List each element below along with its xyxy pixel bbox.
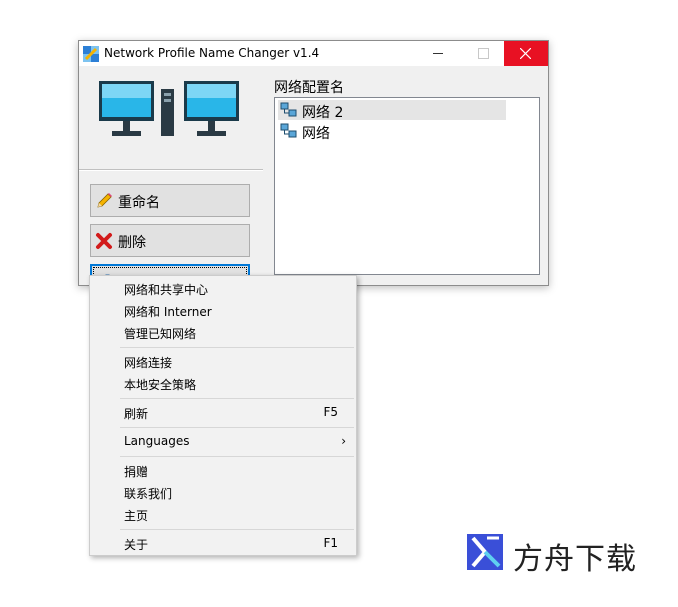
menu-item-label: 网络和 Interner — [124, 305, 212, 319]
window-title: Network Profile Name Changer v1.4 — [104, 46, 320, 60]
delete-icon — [96, 233, 112, 249]
rename-button[interactable]: 重命名 — [90, 184, 250, 217]
menu-item-contact[interactable]: 联系我们 — [90, 481, 356, 503]
minimize-button[interactable] — [415, 41, 460, 66]
profile-name: 网络 — [302, 126, 330, 142]
menu-item-network-connections[interactable]: 网络连接 — [90, 350, 356, 372]
menu-item-manage-known-networks[interactable]: 管理已知网络 — [90, 321, 356, 343]
app-icon — [83, 46, 99, 62]
network-icon — [280, 123, 297, 138]
maximize-button[interactable] — [460, 41, 505, 66]
menu-separator — [120, 529, 354, 530]
menu-item-refresh[interactable]: 刷新 F5 — [90, 401, 356, 423]
context-menu: 网络和共享中心 网络和 Interner 管理已知网络 网络连接 本地安全策略 … — [89, 275, 357, 556]
menu-separator — [120, 398, 354, 399]
menu-item-shortcut: F1 — [323, 536, 338, 550]
menu-item-label: 管理已知网络 — [124, 327, 197, 341]
menu-item-donate[interactable]: 捐赠 — [90, 459, 356, 481]
menu-separator — [120, 347, 354, 348]
menu-item-label: Languages — [124, 434, 190, 448]
title-bar[interactable]: Network Profile Name Changer v1.4 — [79, 41, 548, 66]
app-window: Network Profile Name Changer v1.4 重命名 删除… — [78, 40, 549, 297]
list-item[interactable]: 网络 2 — [278, 100, 506, 121]
menu-item-local-security-policy[interactable]: 本地安全策略 — [90, 372, 356, 394]
network-icon — [280, 102, 297, 117]
profile-list-label: 网络配置名 — [274, 80, 344, 96]
menu-item-shortcut: F5 — [323, 405, 338, 419]
delete-button[interactable]: 删除 — [90, 224, 250, 257]
watermark: 方舟下载 — [465, 532, 665, 577]
network-computers-icon — [99, 81, 239, 136]
menu-item-about[interactable]: 关于 F1 — [90, 532, 356, 554]
menu-item-label: 主页 — [124, 509, 149, 523]
panel-divider — [79, 169, 263, 171]
menu-item-label: 网络和共享中心 — [124, 283, 209, 297]
profile-name: 网络 2 — [302, 105, 344, 121]
menu-item-network-internet[interactable]: 网络和 Interner — [90, 299, 356, 321]
profile-list[interactable]: 网络 2 网络 — [274, 97, 540, 275]
menu-item-network-sharing-center[interactable]: 网络和共享中心 — [90, 277, 356, 299]
menu-separator — [120, 456, 354, 457]
menu-separator — [120, 427, 354, 428]
menu-item-label: 本地安全策略 — [124, 378, 197, 392]
rename-label: 重命名 — [118, 195, 160, 211]
left-panel: 重命名 删除 菜单 — [79, 66, 263, 297]
menu-item-label: 刷新 — [124, 407, 149, 421]
pencil-icon — [97, 193, 112, 208]
brand-logo-icon — [467, 534, 503, 570]
list-item[interactable]: 网络 — [278, 121, 506, 142]
menu-item-languages[interactable]: Languages › — [90, 430, 356, 452]
brand-text: 方舟下载 — [513, 542, 637, 577]
menu-item-homepage[interactable]: 主页 — [90, 503, 356, 525]
chevron-right-icon: › — [341, 434, 346, 448]
close-button[interactable] — [504, 41, 548, 66]
close-icon — [520, 48, 531, 59]
menu-item-label: 网络连接 — [124, 356, 173, 370]
menu-item-label: 捐赠 — [124, 465, 149, 479]
menu-item-label: 联系我们 — [124, 487, 173, 501]
menu-item-label: 关于 — [124, 538, 149, 552]
delete-label: 删除 — [118, 235, 146, 251]
